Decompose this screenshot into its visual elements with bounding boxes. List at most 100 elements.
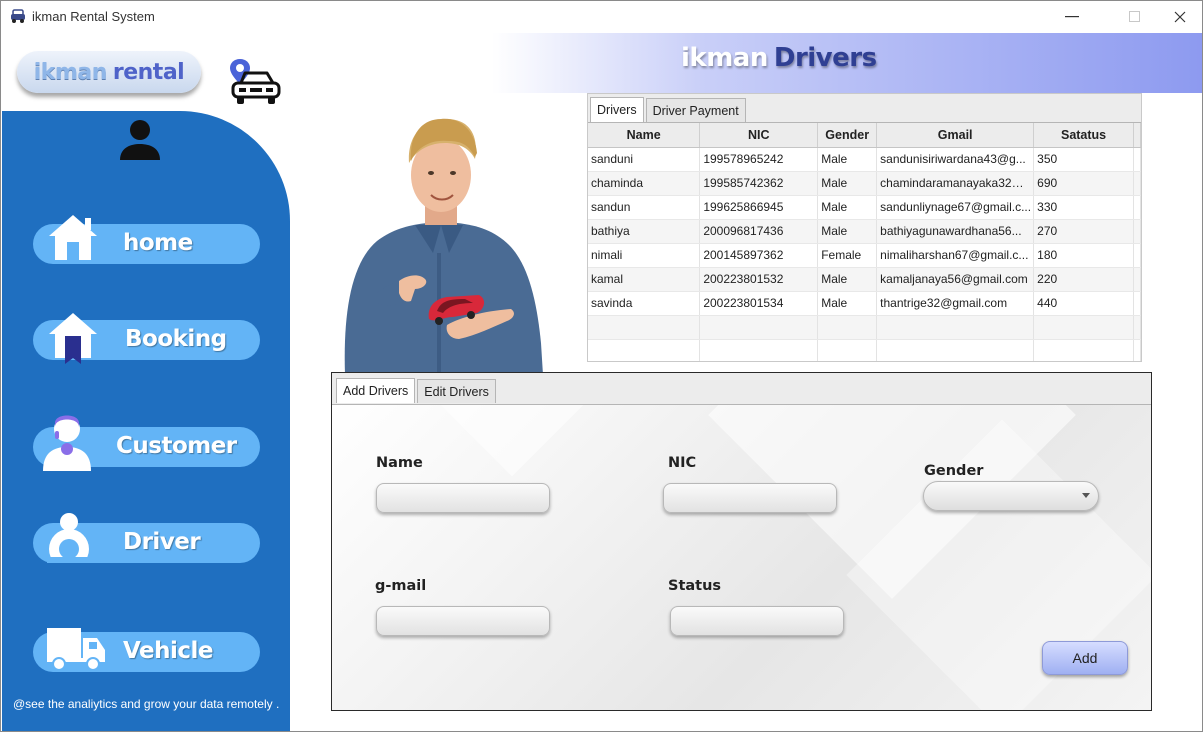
column-header-name[interactable]: Name xyxy=(588,123,701,148)
close-icon xyxy=(1174,11,1186,22)
tab-add-drivers[interactable]: Add Drivers xyxy=(336,378,416,403)
page-title: ikman Drivers xyxy=(681,43,877,73)
cell-name: sandun xyxy=(588,195,701,220)
cell-gmail: chamindaramanayaka32@... xyxy=(876,171,1035,196)
table-row[interactable]: kamal 200223801532 Male kamaljanaya56@gm… xyxy=(588,267,1141,292)
cell-name: savinda xyxy=(588,291,701,316)
name-label: Name xyxy=(376,455,423,471)
cell-filler xyxy=(1133,195,1141,220)
empty-table-row xyxy=(588,315,1141,340)
tab-driver-payment[interactable]: Driver Payment xyxy=(645,98,746,122)
cell-name: nimali xyxy=(588,243,701,268)
sidebar-item-driver[interactable]: Driver xyxy=(33,513,260,563)
cell-nic: 199578965242 xyxy=(699,147,819,172)
cell-name: bathiya xyxy=(588,219,701,244)
app-window: ikman Rental System ikman rental home Bo… xyxy=(0,0,1203,732)
maximize-button[interactable] xyxy=(1111,1,1157,32)
cell-nic: 199585742362 xyxy=(699,171,819,196)
nic-label: NIC xyxy=(668,455,697,471)
house-icon xyxy=(49,215,97,260)
cell-status: 220 xyxy=(1033,267,1134,292)
cell-nic: 200096817436 xyxy=(699,219,819,244)
column-header-nic[interactable]: NIC xyxy=(699,123,819,148)
cell-filler xyxy=(1133,171,1141,196)
truck-icon xyxy=(47,628,105,671)
table-row[interactable]: sanduni 199578965242 Male sandunisiriwar… xyxy=(588,147,1141,172)
page-header: ikman Drivers xyxy=(291,33,1202,93)
table-row[interactable]: savinda 200223801534 Male thantrige32@gm… xyxy=(588,291,1141,316)
cell-filler xyxy=(1133,147,1141,172)
cell-gmail: sandunliynage67@gmail.c... xyxy=(876,195,1035,220)
status-field[interactable] xyxy=(670,606,844,636)
column-header-gender[interactable]: Gender xyxy=(817,123,878,148)
logo-part1: ikman xyxy=(33,59,108,85)
cell-filler xyxy=(1133,267,1141,292)
column-header-status[interactable]: Satatus xyxy=(1033,123,1134,148)
cell-name: sanduni xyxy=(588,147,701,172)
cell-status: 690 xyxy=(1033,171,1134,196)
table-row[interactable]: sandun 199625866945 Male sandunliynage67… xyxy=(588,195,1141,220)
close-button[interactable] xyxy=(1157,1,1202,32)
table-row[interactable]: chaminda 199585742362 Male chamindaraman… xyxy=(588,171,1141,196)
cell-nic: 200145897362 xyxy=(699,243,819,268)
cell-filler xyxy=(1133,291,1141,316)
minimize-icon xyxy=(1065,15,1079,17)
cell-gender: Male xyxy=(817,267,878,292)
sidebar-footer-text: @see the analiytics and grow your data r… xyxy=(13,697,280,711)
sidebar-item-label: home xyxy=(123,230,193,256)
maximize-icon xyxy=(1128,11,1140,22)
cell-gmail: kamaljanaya56@gmail.com xyxy=(876,267,1035,292)
cell-gmail: thantrige32@gmail.com xyxy=(876,291,1035,316)
column-header-gmail[interactable]: Gmail xyxy=(876,123,1035,148)
cell-filler xyxy=(1133,219,1141,244)
table-header-row: Name NIC Gender Gmail Satatus xyxy=(588,123,1141,148)
table-row[interactable]: bathiya 200096817436 Male bathiyagunawar… xyxy=(588,219,1141,244)
cell-gender: Male xyxy=(817,291,878,316)
page-title-part2: Drivers xyxy=(773,43,877,73)
brand-logo: ikman rental xyxy=(17,51,201,93)
title-bar: ikman Rental System xyxy=(1,1,1202,32)
gmail-field[interactable] xyxy=(376,606,550,636)
sidebar-item-vehicle[interactable]: Vehicle xyxy=(33,628,260,672)
tab-edit-drivers[interactable]: Edit Drivers xyxy=(417,379,496,403)
page-title-part1: ikman xyxy=(681,43,768,73)
cell-nic: 200223801532 xyxy=(699,267,819,292)
cell-name: chaminda xyxy=(588,171,701,196)
minimize-button[interactable] xyxy=(1049,1,1095,32)
status-label: Status xyxy=(668,578,722,594)
cell-status: 440 xyxy=(1033,291,1134,316)
cell-gender: Male xyxy=(817,147,878,172)
cell-status: 270 xyxy=(1033,219,1134,244)
drivers-table-container[interactable]: Name NIC Gender Gmail Satatus sanduni 19… xyxy=(588,122,1141,361)
customer-icon xyxy=(43,415,91,471)
sidebar-item-label: Vehicle xyxy=(123,638,214,664)
cell-gmail: sandunisiriwardana43@g... xyxy=(876,147,1035,172)
form-tabs: Add Drivers Edit Drivers xyxy=(336,378,496,403)
sidebar-item-home[interactable]: home xyxy=(33,215,260,264)
driver-icon xyxy=(47,513,91,563)
gender-select[interactable] xyxy=(923,481,1099,511)
sidebar-item-label: Booking xyxy=(125,326,227,352)
sidebar-item-booking[interactable]: Booking xyxy=(33,313,260,364)
gender-label: Gender xyxy=(924,463,984,479)
name-field[interactable] xyxy=(376,483,550,513)
window-title: ikman Rental System xyxy=(32,9,155,24)
cell-status: 180 xyxy=(1033,243,1134,268)
nic-field[interactable] xyxy=(663,483,837,513)
drivers-tabs: Drivers Driver Payment xyxy=(590,97,746,122)
cell-gender: Male xyxy=(817,219,878,244)
cell-nic: 199625866945 xyxy=(699,195,819,220)
chevron-down-icon xyxy=(1082,493,1090,498)
booking-house-icon xyxy=(49,313,97,364)
add-driver-button[interactable]: Add xyxy=(1042,641,1128,675)
table-row[interactable]: nimali 200145897362 Female nimaliharshan… xyxy=(588,243,1141,268)
tab-drivers[interactable]: Drivers xyxy=(590,97,644,122)
sidebar-item-customer[interactable]: Customer xyxy=(33,415,260,471)
profile-icon xyxy=(120,120,160,160)
cell-gmail: bathiyagunawardhana56... xyxy=(876,219,1035,244)
cell-gmail: nimaliharshan67@gmail.c... xyxy=(876,243,1035,268)
gmail-label: g-mail xyxy=(375,578,427,594)
drivers-table: Name NIC Gender Gmail Satatus sanduni 19… xyxy=(588,123,1141,361)
car-location-icon xyxy=(230,59,281,104)
cell-status: 330 xyxy=(1033,195,1134,220)
